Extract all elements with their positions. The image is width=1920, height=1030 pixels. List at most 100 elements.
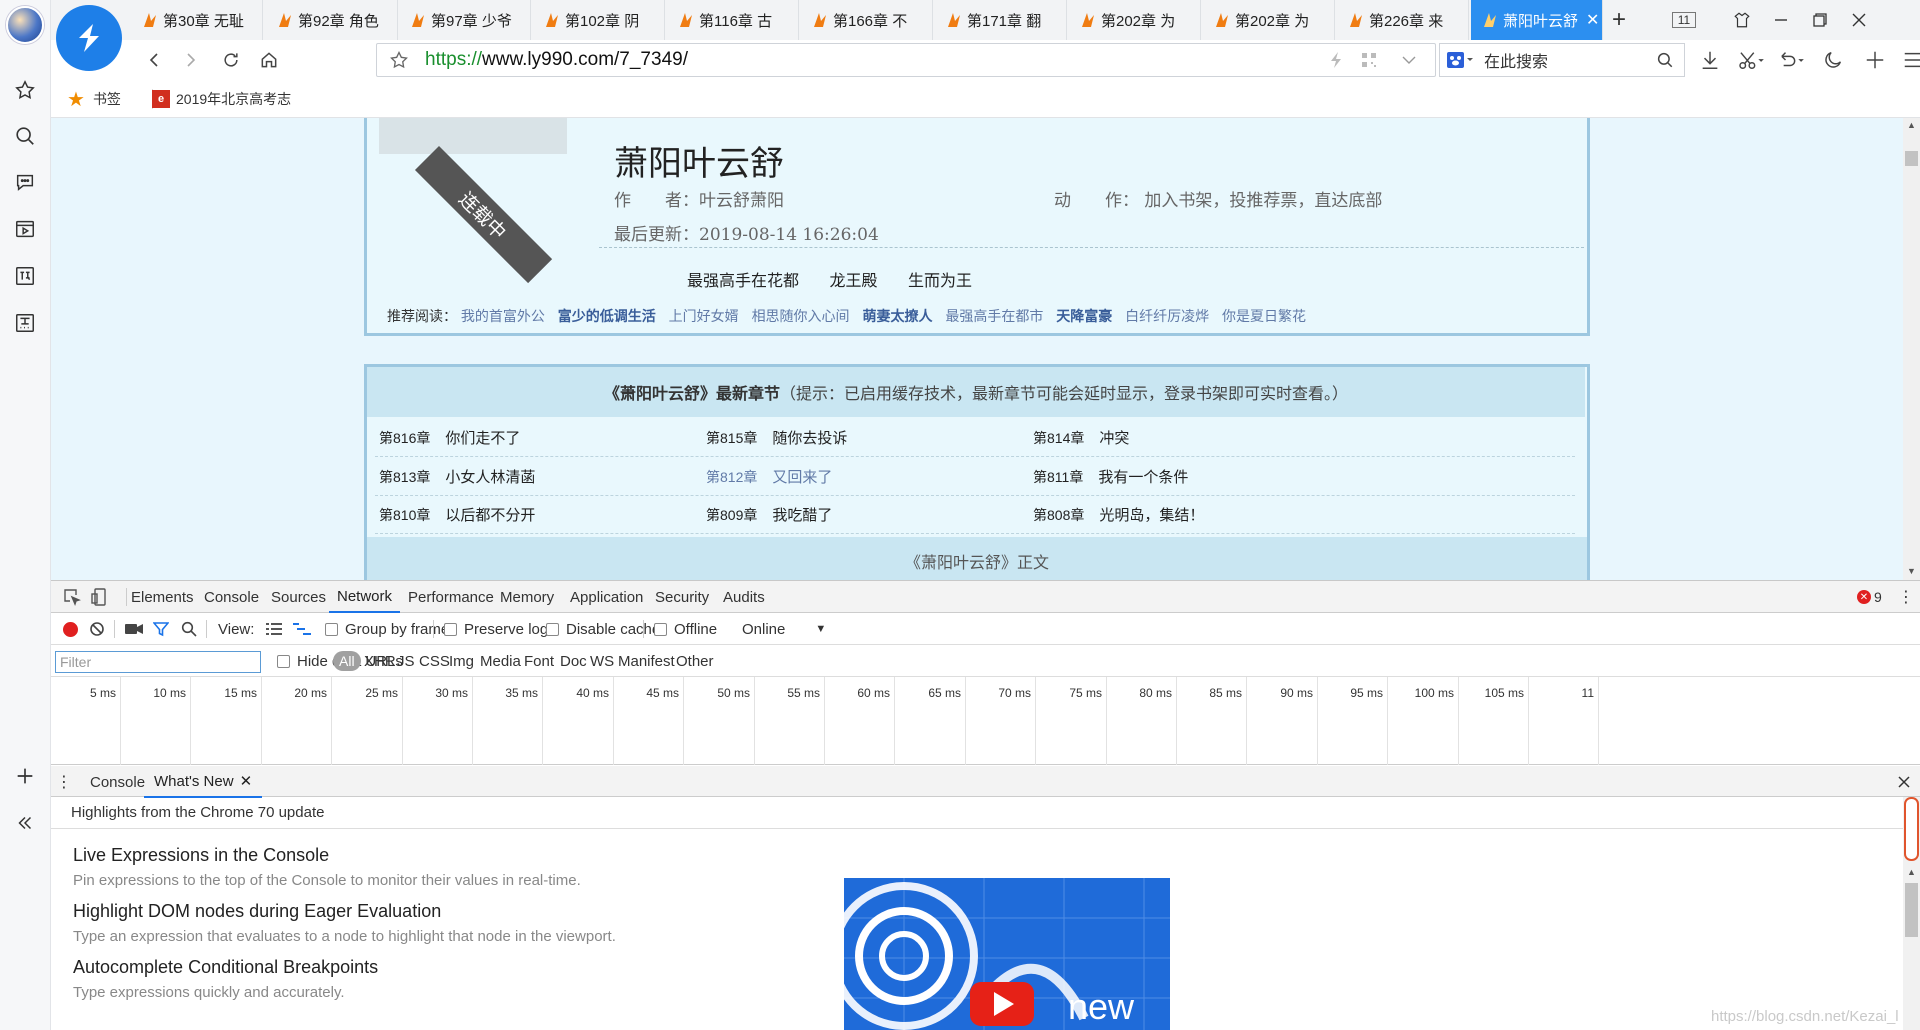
jump-bottom-link[interactable]: 直达底部 bbox=[1314, 191, 1382, 211]
search-engine-icon[interactable] bbox=[1446, 50, 1476, 75]
hot-icon[interactable] bbox=[10, 308, 40, 338]
chat-icon[interactable] bbox=[10, 167, 40, 197]
type-filter-media[interactable]: Media bbox=[480, 645, 521, 677]
refresh-button[interactable] bbox=[215, 45, 247, 75]
tab-network[interactable]: Network bbox=[329, 581, 401, 613]
home-button[interactable] bbox=[253, 45, 285, 75]
capture-screenshots-icon[interactable] bbox=[125, 613, 143, 645]
recommend-link[interactable]: 富少的低调生活 bbox=[558, 308, 656, 324]
tab-1[interactable]: 第92章 角色 bbox=[266, 0, 398, 40]
recommend-link[interactable]: 白纤纤厉凌烨 bbox=[1125, 308, 1209, 324]
close-drawer-button[interactable] bbox=[1898, 766, 1910, 798]
clear-button[interactable] bbox=[89, 613, 105, 645]
tab-3[interactable]: 第102章 阴 bbox=[533, 0, 665, 40]
chapter-link[interactable]: 第809章 我吃醋了 bbox=[706, 504, 832, 525]
tab-memory[interactable]: Memory bbox=[492, 581, 562, 613]
recommend-link[interactable]: 萌妻太撩人 bbox=[862, 308, 932, 324]
scroll-thumb[interactable] bbox=[1905, 883, 1918, 937]
tab-4[interactable]: 第116章 古 bbox=[667, 0, 799, 40]
lightning-icon[interactable] bbox=[1329, 51, 1343, 75]
address-bar[interactable]: https://www.ly990.com/7_7349/ bbox=[376, 43, 1436, 77]
search-box[interactable]: 在此搜索 bbox=[1439, 43, 1685, 77]
chapter-link[interactable]: 第810章 以后都不分开 bbox=[379, 504, 535, 525]
undo-close-icon[interactable] bbox=[1773, 45, 1809, 75]
avatar[interactable] bbox=[6, 6, 44, 44]
scroll-up-icon[interactable]: ▲ bbox=[1907, 120, 1916, 130]
close-window-button[interactable] bbox=[1836, 0, 1882, 40]
chapter-link[interactable]: 第816章 你们走不了 bbox=[379, 427, 520, 448]
whats-new-scrollbar[interactable]: ▲ bbox=[1903, 797, 1920, 1030]
drawer-tab-whats-new[interactable]: What's New ✕ bbox=[144, 766, 263, 798]
feature-item[interactable]: Highlight DOM nodes during Eager Evaluat… bbox=[73, 901, 616, 945]
chapter-link[interactable]: 第808章 光明岛，集结！ bbox=[1033, 504, 1204, 525]
tab-elements[interactable]: Elements bbox=[123, 581, 202, 613]
tab-6[interactable]: 第171章 翻 bbox=[935, 0, 1067, 40]
recommend-link[interactable]: 上门好女婿 bbox=[669, 308, 739, 324]
new-tab-button[interactable]: + bbox=[1596, 0, 1642, 40]
whats-new-video-thumbnail[interactable]: new bbox=[844, 878, 1170, 1030]
related-link[interactable]: 生而为王 bbox=[908, 273, 972, 290]
page-scrollbar[interactable]: ▲ ▼ bbox=[1903, 118, 1920, 580]
bookmark-item[interactable]: ★ 书签 bbox=[67, 80, 121, 118]
chevron-down-icon[interactable] bbox=[1401, 52, 1417, 74]
tab-security[interactable]: Security bbox=[647, 581, 717, 613]
type-filter-ws[interactable]: WS bbox=[590, 645, 614, 677]
network-overview-timeline[interactable]: 5 ms 10 ms 15 ms 20 ms 25 ms 30 ms 35 ms 40 ms 4… bbox=[51, 677, 1920, 765]
scroll-up-icon[interactable]: ▲ bbox=[1907, 867, 1916, 877]
offline-checkbox[interactable]: Offline bbox=[654, 613, 717, 645]
chapter-link[interactable]: 第812章 又回来了 bbox=[706, 466, 832, 487]
device-toolbar-icon[interactable] bbox=[91, 581, 109, 613]
bookmark-star-icon[interactable] bbox=[389, 50, 409, 76]
bookmark-item[interactable]: e 2019年北京高考志 bbox=[152, 80, 352, 118]
chapter-link[interactable]: 第813章 小女人林清菡 bbox=[379, 466, 535, 487]
recommend-link[interactable]: 我的首富外公 bbox=[461, 308, 545, 324]
chapter-link[interactable]: 第811章 我有一个条件 bbox=[1033, 466, 1188, 487]
chapter-link[interactable]: 第815章 随你去投诉 bbox=[706, 427, 847, 448]
recommend-link[interactable]: 天降富豪 bbox=[1056, 308, 1112, 324]
download-icon[interactable] bbox=[1692, 45, 1728, 75]
menu-icon[interactable] bbox=[1895, 45, 1920, 75]
translate-icon[interactable] bbox=[10, 261, 40, 291]
group-by-frame-checkbox[interactable]: Group by frame bbox=[325, 613, 449, 645]
recommend-link[interactable]: 最强高手在都市 bbox=[945, 308, 1043, 324]
tab-0[interactable]: 第30章 无耻 bbox=[131, 0, 263, 40]
search-icon[interactable] bbox=[1656, 51, 1674, 74]
search-icon[interactable] bbox=[10, 121, 40, 151]
forward-button[interactable] bbox=[175, 45, 207, 75]
close-tab-icon[interactable]: ✕ bbox=[240, 772, 253, 790]
type-filter-img[interactable]: Img bbox=[449, 645, 474, 677]
related-link[interactable]: 最强高手在花都 bbox=[687, 273, 799, 290]
night-mode-icon[interactable] bbox=[1815, 45, 1851, 75]
record-button[interactable] bbox=[63, 613, 78, 645]
browser-logo[interactable] bbox=[56, 5, 122, 71]
scroll-thumb[interactable] bbox=[1905, 151, 1918, 166]
recommend-vote-link[interactable]: 投推荐票 bbox=[1229, 191, 1297, 211]
extensions-add-icon[interactable] bbox=[1857, 45, 1893, 75]
tab-performance[interactable]: Performance bbox=[400, 581, 502, 613]
tab-5[interactable]: 第166章 不 bbox=[801, 0, 933, 40]
search-icon[interactable] bbox=[181, 613, 197, 645]
tab-7[interactable]: 第202章 为 bbox=[1069, 0, 1201, 40]
recommend-link[interactable]: 你是夏日繁花 bbox=[1222, 308, 1306, 324]
filter-input[interactable]: Filter bbox=[55, 651, 261, 673]
related-link[interactable]: 龙王殿 bbox=[829, 273, 877, 290]
waterfall-icon[interactable] bbox=[293, 613, 311, 645]
tab-10[interactable]: 萧阳叶云舒 ✕ bbox=[1471, 0, 1603, 40]
qrcode-icon[interactable] bbox=[1361, 52, 1377, 74]
type-filter-js[interactable]: JS bbox=[397, 645, 415, 677]
type-filter-doc[interactable]: Doc bbox=[560, 645, 587, 677]
video-icon[interactable] bbox=[10, 214, 40, 244]
chapter-link[interactable]: 第814章 冲突 bbox=[1033, 427, 1129, 448]
tab-audits[interactable]: Audits bbox=[715, 581, 773, 613]
tab-console[interactable]: Console bbox=[196, 581, 267, 613]
more-options-icon[interactable]: ⋮ bbox=[1898, 581, 1914, 613]
type-filter-font[interactable]: Font bbox=[524, 645, 554, 677]
throttling-select[interactable]: Online ▼ bbox=[742, 613, 826, 645]
tab-application[interactable]: Application bbox=[562, 581, 651, 613]
add-to-shelf-link[interactable]: 加入书架 bbox=[1144, 191, 1212, 211]
tab-2[interactable]: 第97章 少爷 bbox=[399, 0, 531, 40]
screenshot-scissors-icon[interactable] bbox=[1733, 45, 1769, 75]
preserve-log-checkbox[interactable]: Preserve log bbox=[444, 613, 548, 645]
filter-icon[interactable] bbox=[153, 613, 169, 645]
scroll-down-icon[interactable]: ▼ bbox=[1907, 566, 1916, 576]
